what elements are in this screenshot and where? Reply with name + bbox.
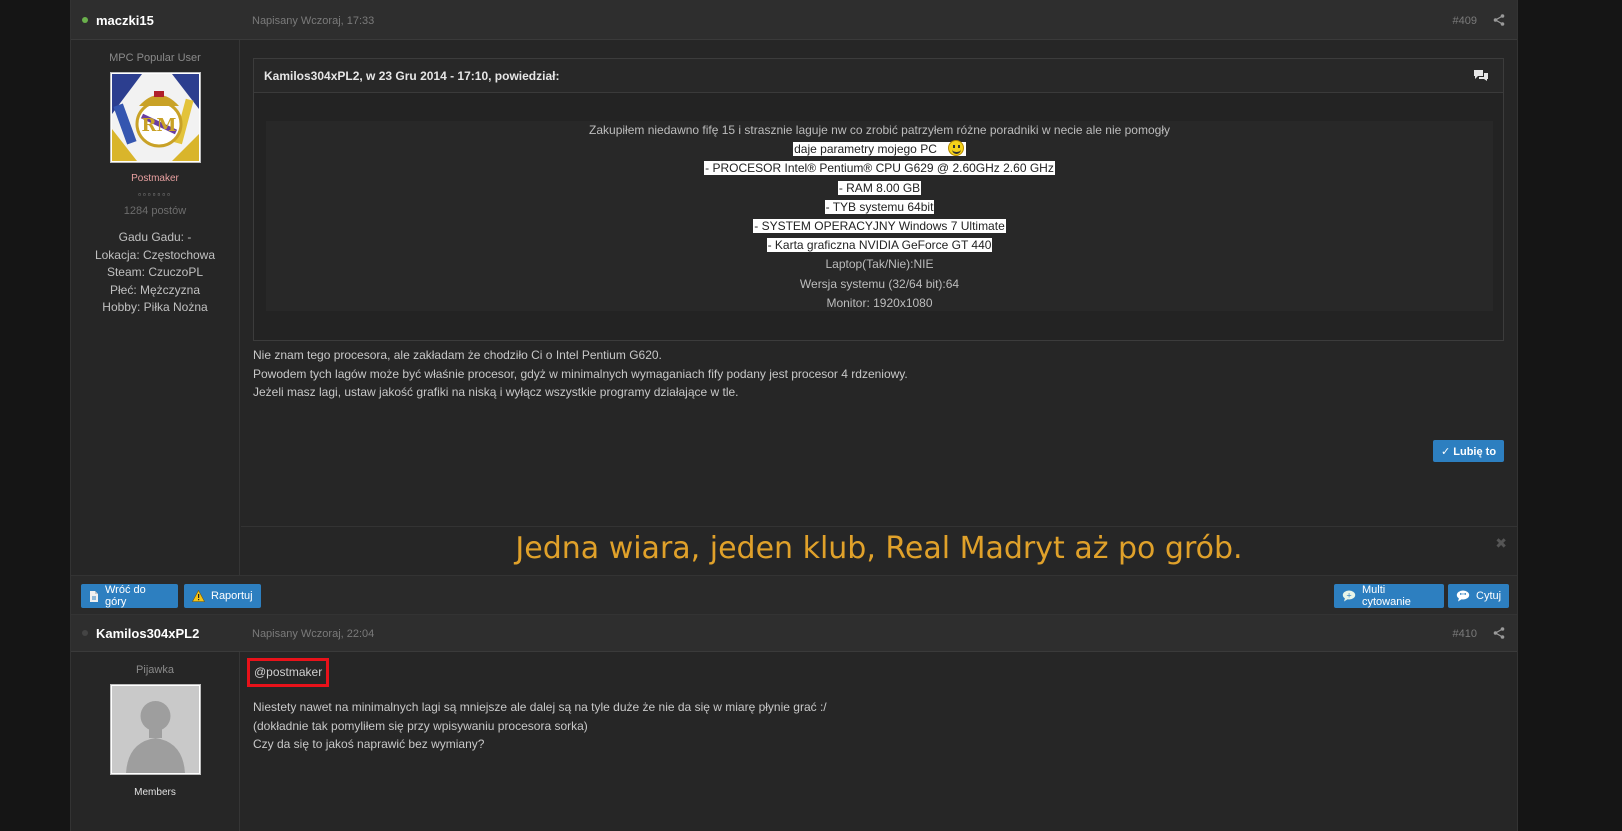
highlighted-text: - SYSTEM OPERACYJNY Windows 7 Ultimate xyxy=(753,219,1006,234)
signature-text: Jedna wiara, jeden klub, Real Madryt aż … xyxy=(515,531,1243,566)
post-paragraph: Czy da się to jakoś naprawić bez wymiany… xyxy=(253,737,485,752)
user-info: Gadu Gadu: - Lokacja: Częstochowa Steam:… xyxy=(71,229,239,317)
author-sidebar: MPC Popular User RM Postmaker ▫▫▫▫▫▫▫ 12… xyxy=(71,40,240,575)
post-number-link[interactable]: #410 xyxy=(1453,628,1477,640)
svg-text:"": "" xyxy=(1459,592,1466,600)
svg-text:RM: RM xyxy=(141,115,176,136)
forum-thread: maczki15 Napisany Wczoraj, 17:33 #409 MP… xyxy=(70,0,1518,831)
user-title: MPC Popular User xyxy=(109,52,201,64)
smiley-icon xyxy=(947,140,964,157)
post-date: Napisany Wczoraj, 22:04 xyxy=(252,628,375,640)
steam: Steam: CzuczoPL xyxy=(106,265,204,279)
user-rank: Postmaker xyxy=(131,173,179,184)
post-body: Nie znam tego procesora, ale zakładam że… xyxy=(253,346,908,402)
quote-line: Monitor: 1920x1080 xyxy=(826,295,933,310)
quote-body: Zakupiłem niedawno fifę 15 i strasznie l… xyxy=(266,121,1493,311)
post-body: Niestety nawet na minimalnych lagi są mn… xyxy=(253,698,827,754)
quote-line: Zakupiłem niedawno fifę 15 i strasznie l… xyxy=(589,123,1170,137)
quote-line: - RAM 8.00 GB xyxy=(266,179,1493,198)
quote-line: Laptop(Tak/Nie):NIE xyxy=(825,257,934,272)
highlighted-text: daje parametry mojego PC xyxy=(793,142,938,157)
rank-pips: ▫▫▫▫▫▫▫ xyxy=(138,190,172,199)
post-content: Kamilos304xPL2, w 23 Gru 2014 - 17:10, p… xyxy=(241,40,1517,576)
post-number-link[interactable]: #409 xyxy=(1453,15,1477,27)
highlighted-text: - RAM 8.00 GB xyxy=(837,180,922,195)
document-icon xyxy=(90,590,98,602)
offline-status-icon xyxy=(82,630,88,636)
quote-line: - PROCESOR Intel® Pentium® CPU G629 @ 2.… xyxy=(266,159,1493,178)
post-paragraph: Niestety nawet na minimalnych lagi są mn… xyxy=(253,700,827,714)
user-rank: Members xyxy=(134,787,176,798)
quote-header: Kamilos304xPL2, w 23 Gru 2014 - 17:10, p… xyxy=(254,59,1503,93)
warning-icon xyxy=(192,590,205,602)
highlighted-text: - Karta graficzna NVIDIA GeForce GT 440 xyxy=(766,238,993,253)
avatar[interactable] xyxy=(109,684,201,775)
back-to-top-label: Wróć do góry xyxy=(105,584,146,608)
user-mention-link[interactable]: @postmaker xyxy=(247,658,329,687)
quote-citation[interactable]: Kamilos304xPL2, w 23 Gru 2014 - 17:10, p… xyxy=(264,69,559,83)
gadu-gadu: Gadu Gadu: - xyxy=(118,230,192,244)
quote-bubble-icon: "" xyxy=(1456,590,1470,602)
quote-bubble-icon: + xyxy=(1342,590,1356,602)
multi-quote-label: Multi cytowanie xyxy=(1362,584,1411,608)
quote-line: - TYB systemu 64bit xyxy=(266,198,1493,217)
user-title: Pijawka xyxy=(136,664,174,676)
close-icon[interactable]: ✖ xyxy=(1495,535,1507,552)
quote-line: - Karta graficzna NVIDIA GeForce GT 440 xyxy=(266,236,1493,255)
like-button[interactable]: ✓ Lubię to xyxy=(1433,440,1505,462)
post-date: Napisany Wczoraj, 17:33 xyxy=(252,15,375,27)
post-content: @postmaker Niestety nawet na minimalnych… xyxy=(241,652,1517,831)
quote-line: Wersja systemu (32/64 bit):64 xyxy=(799,276,960,291)
quote-block: Kamilos304xPL2, w 23 Gru 2014 - 17:10, p… xyxy=(253,58,1504,341)
post-paragraph: (dokładnie tak pomyliłem się przy wpisyw… xyxy=(253,718,588,733)
post-header: Kamilos304xPL2 Napisany Wczoraj, 22:04 #… xyxy=(71,615,1517,652)
back-to-top-button[interactable]: Wróć do góry xyxy=(81,584,178,608)
highlighted-text: - PROCESOR Intel® Pentium® CPU G629 @ 2.… xyxy=(704,161,1055,176)
post-paragraph: Jeżeli masz lagi, ustaw jakość grafiki n… xyxy=(253,385,739,400)
avatar[interactable]: RM xyxy=(109,72,201,163)
post-paragraph: Nie znam tego procesora, ale zakładam że… xyxy=(253,348,662,362)
post-count: 1284 postów xyxy=(123,205,187,217)
hobby: Hobby: Piłka Nożna xyxy=(102,300,208,314)
quote-line: - SYSTEM OPERACYJNY Windows 7 Ultimate xyxy=(266,217,1493,236)
post-header: maczki15 Napisany Wczoraj, 17:33 #409 xyxy=(71,0,1517,40)
gender: Płeć: Mężczyzna xyxy=(109,282,201,297)
default-avatar-image xyxy=(111,686,199,773)
post-footer: Wróć do góry Raportuj + Multi cytowanie … xyxy=(71,575,1517,615)
quote-line: daje parametry mojego PC xyxy=(266,140,1493,159)
real-madrid-avatar-image: RM xyxy=(111,74,199,161)
post-paragraph: Powodem tych lagów może być właśnie proc… xyxy=(253,366,908,381)
report-label: Raportuj xyxy=(211,590,253,602)
multi-quote-button[interactable]: + Multi cytowanie xyxy=(1334,584,1444,608)
location: Lokacja: Częstochowa xyxy=(94,247,216,262)
signature: Jedna wiara, jeden klub, Real Madryt aż … xyxy=(241,526,1517,576)
post-author[interactable]: Kamilos304xPL2 xyxy=(96,626,199,641)
highlighted-text: - TYB systemu 64bit xyxy=(824,199,935,214)
quote-label: Cytuj xyxy=(1476,590,1502,602)
quote-button[interactable]: "" Cytuj xyxy=(1448,584,1509,608)
svg-text:+: + xyxy=(1346,592,1352,600)
share-icon[interactable] xyxy=(1493,14,1505,26)
author-sidebar: Pijawka Members xyxy=(71,652,240,831)
share-icon[interactable] xyxy=(1493,627,1505,639)
online-status-icon xyxy=(82,17,88,23)
report-button[interactable]: Raportuj xyxy=(184,584,261,608)
post-author[interactable]: maczki15 xyxy=(96,13,154,28)
comments-icon xyxy=(1474,70,1488,81)
